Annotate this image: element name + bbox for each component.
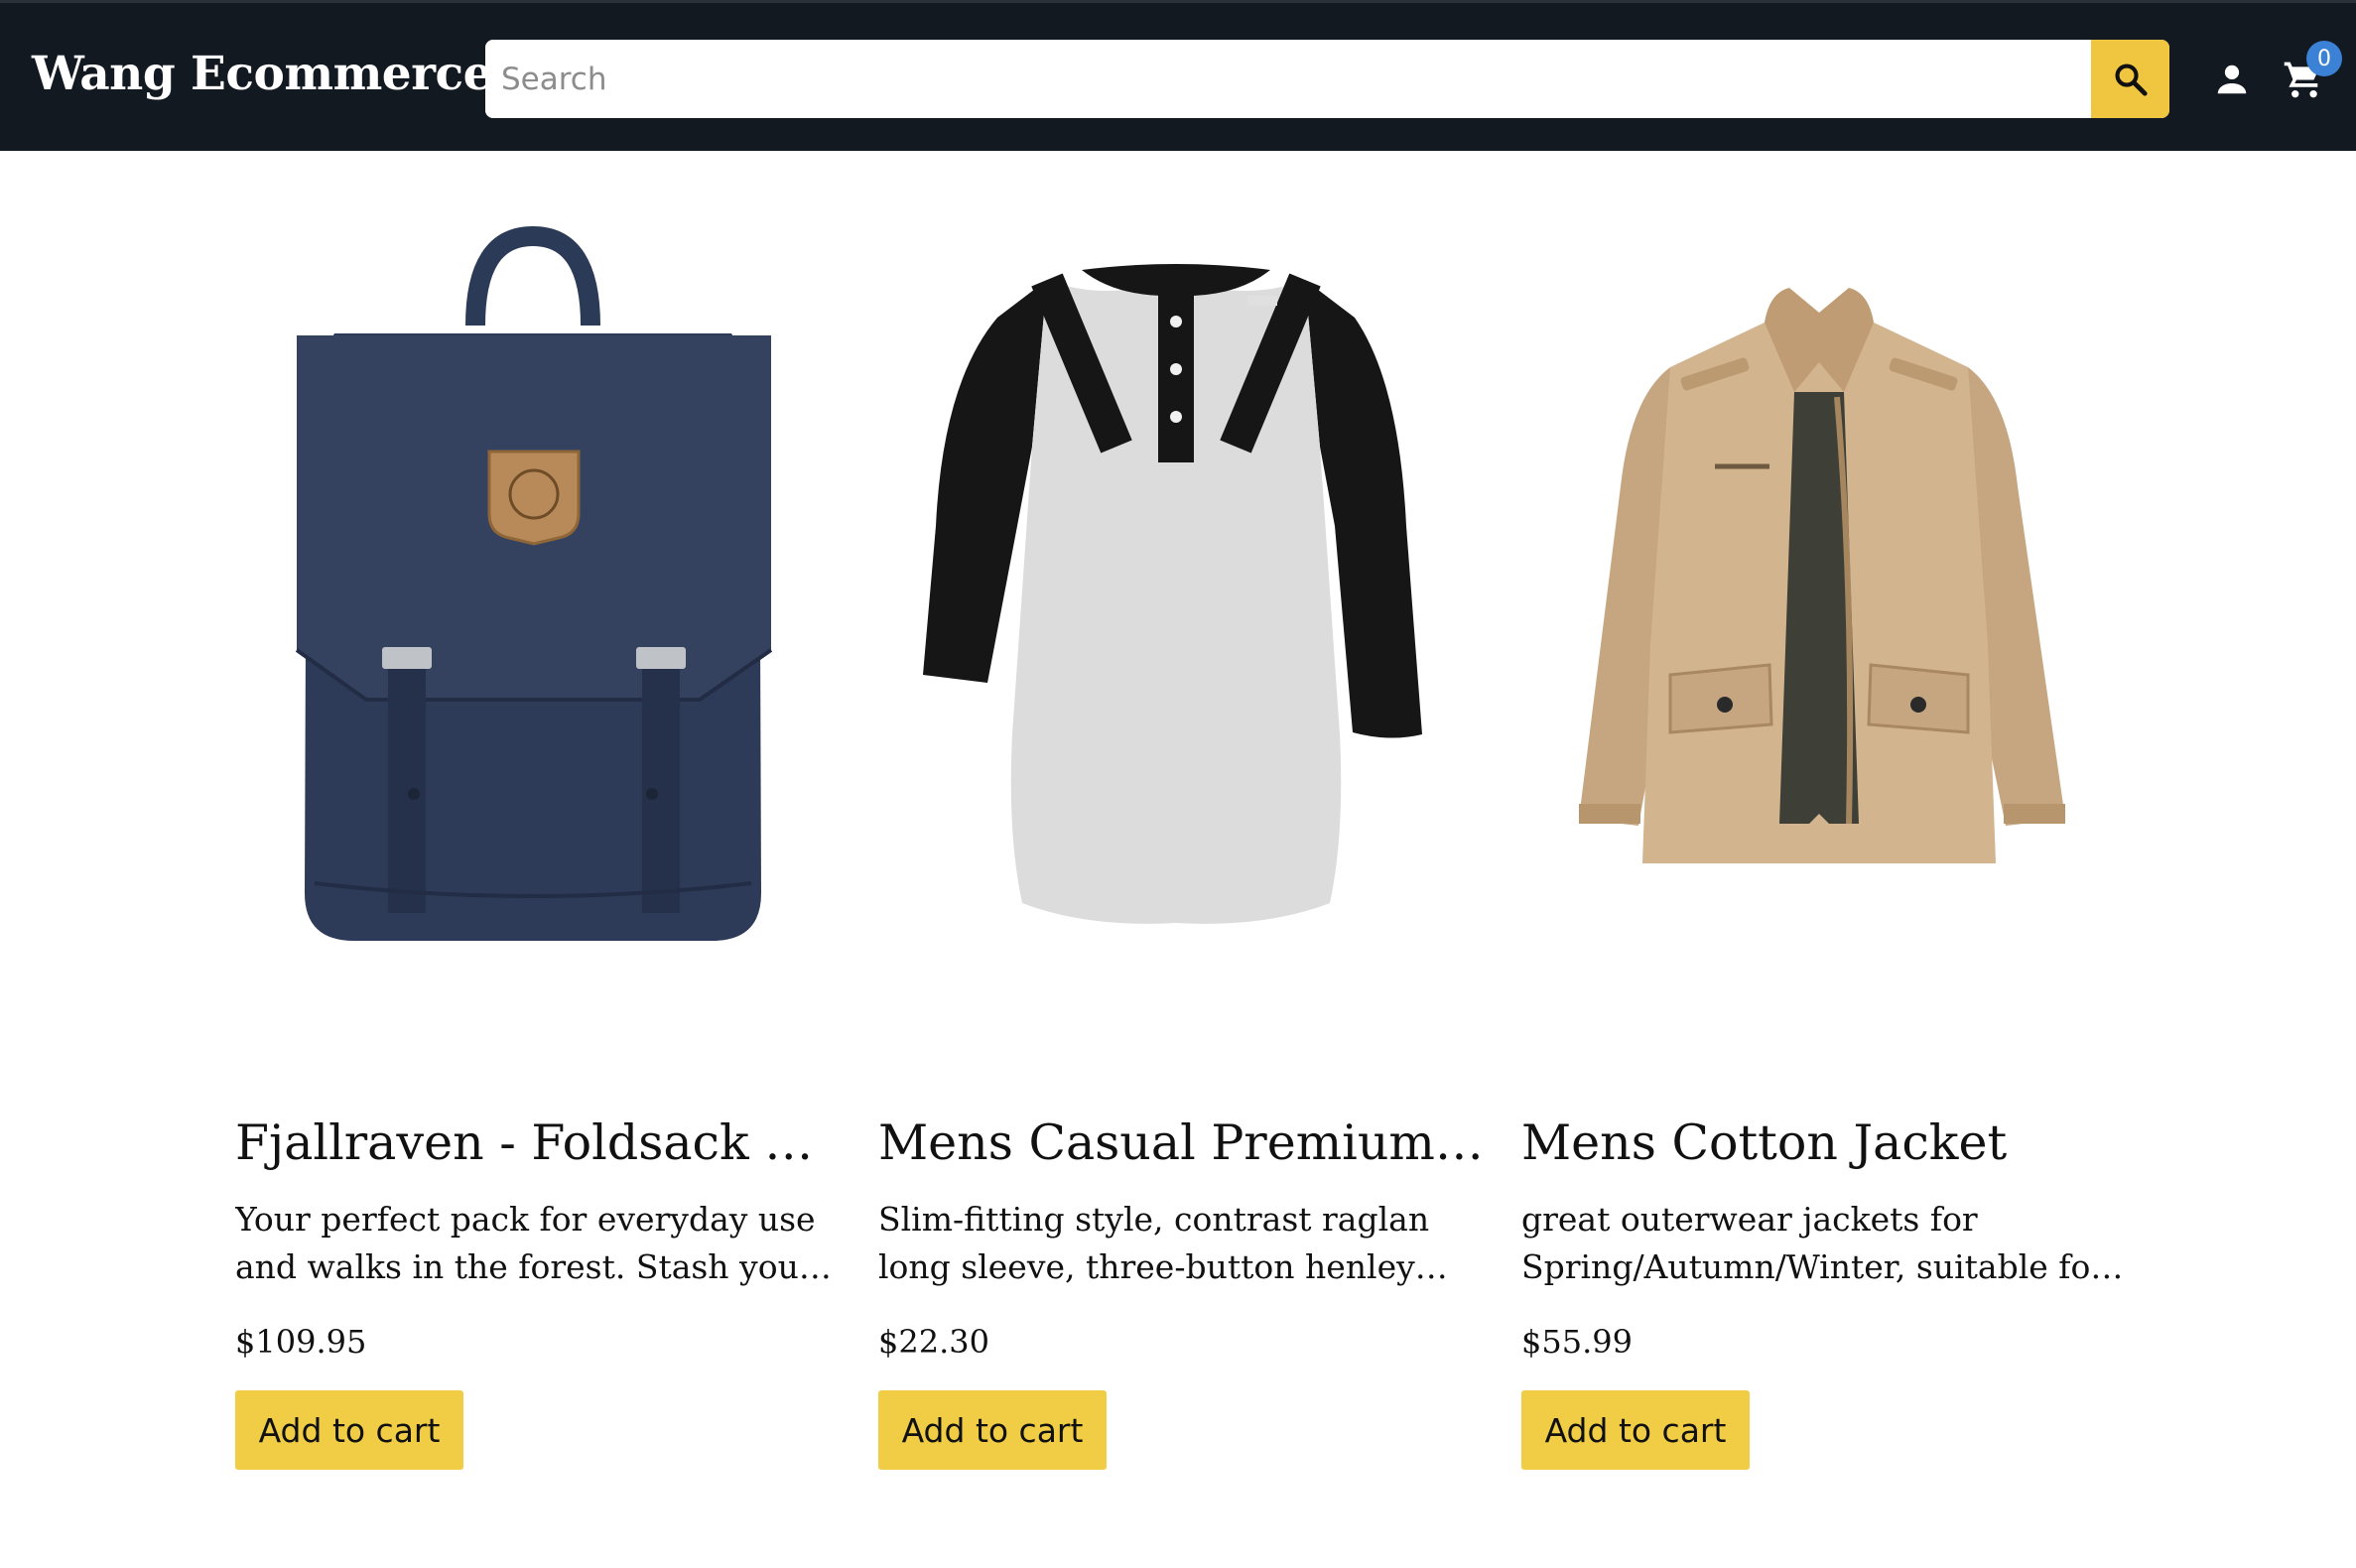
person-icon	[2217, 65, 2247, 94]
product-price: $22.30	[878, 1323, 989, 1361]
search-input[interactable]	[485, 40, 2091, 118]
product-price: $109.95	[235, 1323, 367, 1361]
brand-logo[interactable]: Wang Ecommerce	[32, 47, 493, 101]
product-title[interactable]: Fjallraven - Foldsack No. 1 Backpack, Fi…	[235, 1111, 841, 1175]
product-image[interactable]	[878, 198, 1474, 1032]
search-icon	[2114, 63, 2148, 96]
product-card: Fjallraven - Foldsack No. 1 Backpack, Fi…	[235, 198, 841, 1489]
product-card: Mens Casual Premium Slim Fit T-Shirts Sl…	[878, 198, 1484, 1489]
backpack-image	[295, 225, 773, 941]
search-button[interactable]	[2091, 40, 2169, 118]
jacket-image	[1579, 288, 2065, 863]
search-bar	[485, 40, 2169, 118]
product-price: $55.99	[1521, 1323, 1633, 1361]
product-title[interactable]: Mens Casual Premium Slim Fit T-Shirts	[878, 1111, 1484, 1175]
product-description: great outerwear jackets for Spring/Autum…	[1521, 1200, 2107, 1286]
product-card: Mens Cotton Jacket great outerwear jacke…	[1521, 198, 2117, 1489]
add-to-cart-button[interactable]: Add to cart	[1521, 1390, 1750, 1470]
cart-count-badge: 0	[2306, 41, 2342, 76]
top-navbar: Wang Ecommerce 0	[0, 0, 2356, 151]
raglan-shirt-image	[923, 264, 1422, 924]
product-description: Your perfect pack for everyday use and w…	[235, 1200, 816, 1286]
product-image[interactable]	[235, 198, 831, 1032]
account-button[interactable]	[2211, 59, 2253, 100]
product-title[interactable]: Mens Cotton Jacket	[1521, 1111, 2127, 1175]
product-description: Slim-fitting style, contrast raglan long…	[878, 1200, 1430, 1286]
add-to-cart-button[interactable]: Add to cart	[235, 1390, 463, 1470]
product-image[interactable]	[1521, 198, 2117, 1032]
add-to-cart-button[interactable]: Add to cart	[878, 1390, 1107, 1470]
